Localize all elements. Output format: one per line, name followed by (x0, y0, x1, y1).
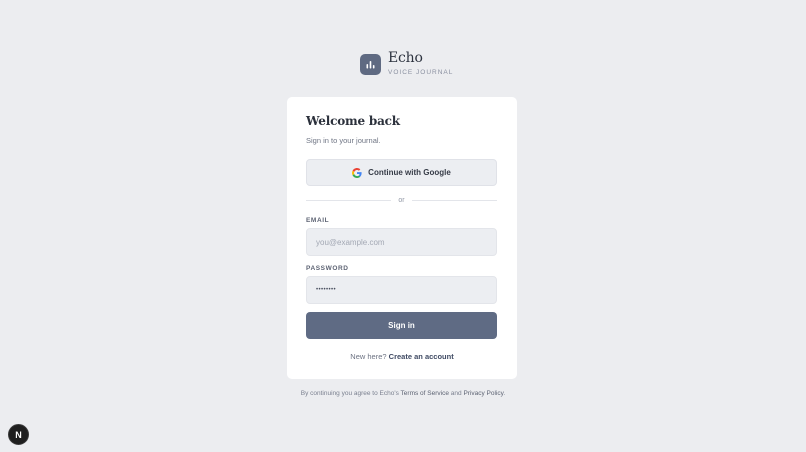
card-title: Welcome back (306, 114, 400, 128)
login-page: Echo VOICE JOURNAL Welcome back Sign in … (0, 0, 806, 452)
google-button-label: Continue with Google (368, 168, 451, 177)
legal-footer: By continuing you agree to Echo's Terms … (0, 390, 806, 397)
divider-line-left (306, 199, 392, 201)
terms-link[interactable]: Terms of Service (401, 390, 449, 397)
bar-chart-icon (366, 60, 375, 68)
signin-button[interactable]: Sign in (306, 312, 497, 339)
google-signin-button[interactable]: Continue with Google (306, 159, 497, 186)
signin-card: Welcome back Sign in to your journal. Co… (287, 97, 517, 379)
card-subtitle: Sign in to your journal. (306, 136, 381, 145)
footer-suffix: . (503, 390, 506, 397)
divider-line-right (411, 199, 498, 201)
brand-name: Echo (388, 50, 423, 66)
google-icon (352, 167, 362, 178)
brand-tagline: VOICE JOURNAL (388, 69, 454, 76)
brand-text: Echo VOICE JOURNAL (388, 50, 453, 78)
brand-logo (360, 53, 381, 75)
password-field[interactable] (306, 276, 497, 304)
password-label: PASSWORD (306, 265, 349, 272)
signup-prompt: New here? Create an account (287, 352, 517, 361)
divider-text: or (398, 196, 405, 204)
brand-header: Echo VOICE JOURNAL (360, 50, 453, 78)
nextjs-icon[interactable]: N (8, 424, 29, 445)
signup-prompt-text: New here? (350, 352, 387, 361)
dev-badge-label: N (15, 429, 22, 440)
privacy-link[interactable]: Privacy Policy (463, 390, 503, 397)
create-account-link[interactable]: Create an account (389, 352, 454, 361)
footer-prefix: By continuing you agree to Echo's (300, 390, 399, 397)
email-field[interactable] (306, 228, 497, 256)
email-label: EMAIL (306, 217, 330, 224)
or-divider: or (306, 195, 498, 205)
footer-and: and (450, 390, 462, 397)
